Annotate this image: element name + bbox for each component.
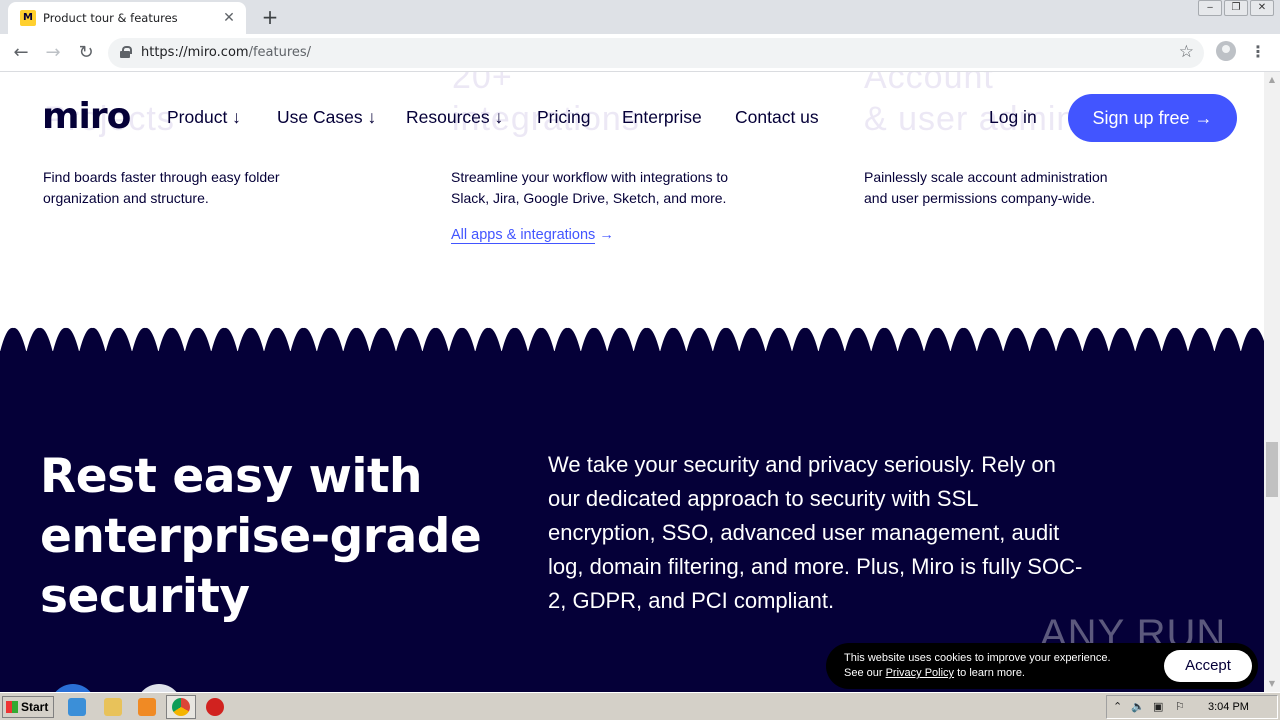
opera-icon[interactable] [206,698,224,716]
back-arrow-icon[interactable]: ← [8,40,34,66]
start-button[interactable]: Start [2,696,54,718]
scroll-up-icon[interactable]: ▲ [1264,72,1280,88]
windows-logo-icon [6,701,18,713]
system-tray: ⌃ 🔈 ▣ ⚐ [1106,695,1278,719]
url-text: https://miro.com/features/ [141,45,312,60]
bookmark-star-icon[interactable]: ☆ [1179,42,1194,62]
volume-icon[interactable]: 🔈 [1131,700,1145,713]
browser-menu-icon[interactable]: ⋮ [1250,41,1266,63]
minimize-icon[interactable]: ‒ [1198,0,1222,16]
page-viewport: 20+ integrations Account & user admin Pr… [0,72,1264,692]
nav-resources[interactable]: Resources ↓ [406,107,503,128]
flag-icon[interactable]: ⚐ [1175,700,1185,713]
scroll-down-icon[interactable]: ▼ [1264,676,1280,692]
tray-expand-icon[interactable]: ⌃ [1113,700,1122,713]
nav-contact-us[interactable]: Contact us [735,107,819,128]
close-tab-icon[interactable]: ✕ [220,9,238,27]
nav-enterprise[interactable]: Enterprise [622,107,702,128]
privacy-policy-link[interactable]: Privacy Policy [886,667,954,679]
address-bar[interactable]: https://miro.com/features/ ☆ [108,38,1204,68]
chrome-taskbar-button[interactable] [166,695,196,719]
cookie-banner: This website uses cookies to improve you… [826,643,1258,689]
feature-description: Find boards faster through easy folder o… [43,169,280,206]
scroll-thumb[interactable] [1266,442,1278,497]
taskbar-clock: 3:04 PM [1208,701,1249,713]
reload-icon[interactable]: ↻ [73,40,99,66]
browser-tab[interactable]: M Product tour & features ✕ [8,2,246,34]
window-close-icon[interactable]: ✕ [1250,0,1274,16]
forward-arrow-icon[interactable]: → [40,40,66,66]
chrome-icon [172,698,190,716]
cookie-text: This website uses cookies to improve you… [844,652,1111,679]
miro-logo[interactable]: miro [42,96,131,137]
nav-product[interactable]: Product ↓ [167,107,241,128]
nav-pricing[interactable]: Pricing [537,107,591,128]
signup-button[interactable]: Sign up free → [1068,94,1237,142]
security-description: We take your security and privacy seriou… [548,452,1083,613]
feature-description: Streamline your workflow with integratio… [451,169,729,206]
window-controls: ‒ ❐ ✕ [1198,0,1274,20]
feature-description: Painlessly scale account administration … [864,169,1108,206]
maximize-icon[interactable]: ❐ [1224,0,1248,16]
browser-tab-strip: M Product tour & features ✕ + ‒ ❐ ✕ [0,0,1280,34]
arrow-right-icon: → [599,227,614,243]
windows-taskbar: Start ⌃ 🔈 ▣ ⚐ 3:04 PM [0,692,1280,720]
site-navigation: miro Product ↓ Use Cases ↓ Resources ↓ P… [0,90,1264,146]
new-tab-icon[interactable]: + [258,5,282,29]
internet-explorer-icon[interactable] [68,698,86,716]
page-scrollbar[interactable]: ▲ ▼ [1264,72,1280,692]
login-link[interactable]: Log in [989,107,1037,128]
profile-avatar-icon[interactable] [1216,41,1236,61]
nav-use-cases[interactable]: Use Cases ↓ [277,107,376,128]
lock-icon[interactable] [120,46,132,58]
network-icon[interactable]: ▣ [1153,700,1163,713]
file-explorer-icon[interactable] [104,698,122,716]
media-player-icon[interactable] [138,698,156,716]
all-apps-integrations-link[interactable]: All apps & integrations → [451,227,614,244]
tab-title: Product tour & features [43,11,178,25]
miro-favicon-icon: M [20,10,36,26]
browser-toolbar: ← → ↻ https://miro.com/features/ ☆ [0,34,1280,72]
security-title: Rest easy with enterprise-grade security [40,449,482,624]
accept-cookies-button[interactable]: Accept [1164,650,1252,682]
